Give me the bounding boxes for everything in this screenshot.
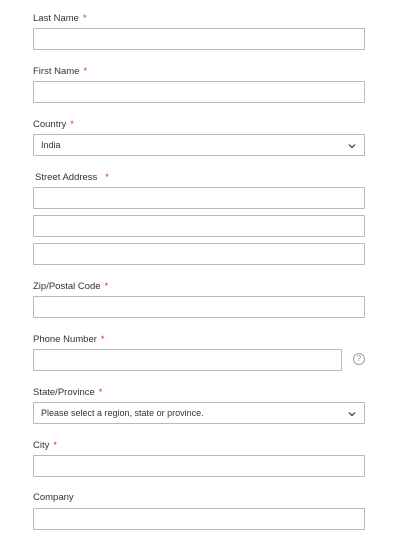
last-name-label: Last Name *: [33, 13, 87, 24]
street-address-line-2-input[interactable]: [33, 215, 365, 237]
city-label: City *: [33, 440, 57, 451]
chevron-down-icon: [348, 144, 356, 149]
first-name-label: First Name *: [33, 66, 87, 77]
required-asterisk: *: [104, 281, 109, 291]
help-icon[interactable]: ?: [353, 353, 365, 365]
required-asterisk: *: [82, 13, 87, 23]
chevron-down-icon: [348, 412, 356, 417]
zip-input[interactable]: [33, 296, 365, 318]
required-asterisk: *: [98, 387, 103, 397]
street-address-line-3-input[interactable]: [33, 243, 365, 265]
country-select[interactable]: India: [33, 134, 365, 156]
state-label: State/Province *: [33, 387, 103, 398]
street-address-label: Street Address *: [35, 172, 109, 183]
required-asterisk: *: [83, 66, 87, 76]
last-name-input[interactable]: [33, 28, 365, 50]
company-label: Company: [33, 492, 74, 503]
city-input[interactable]: [33, 455, 365, 477]
country-selected-value: India: [41, 140, 61, 150]
street-address-line-1-input[interactable]: [33, 187, 365, 209]
required-asterisk: *: [105, 172, 109, 182]
country-label: Country *: [33, 119, 74, 130]
phone-input[interactable]: [33, 349, 342, 371]
phone-label: Phone Number *: [33, 334, 105, 345]
state-select[interactable]: Please select a region, state or provinc…: [33, 402, 365, 424]
first-name-input[interactable]: [33, 81, 365, 103]
company-input[interactable]: [33, 508, 365, 530]
zip-label: Zip/Postal Code *: [33, 281, 109, 292]
state-selected-value: Please select a region, state or provinc…: [41, 408, 204, 418]
required-asterisk: *: [100, 334, 105, 344]
required-asterisk: *: [70, 119, 74, 129]
required-asterisk: *: [53, 440, 57, 450]
